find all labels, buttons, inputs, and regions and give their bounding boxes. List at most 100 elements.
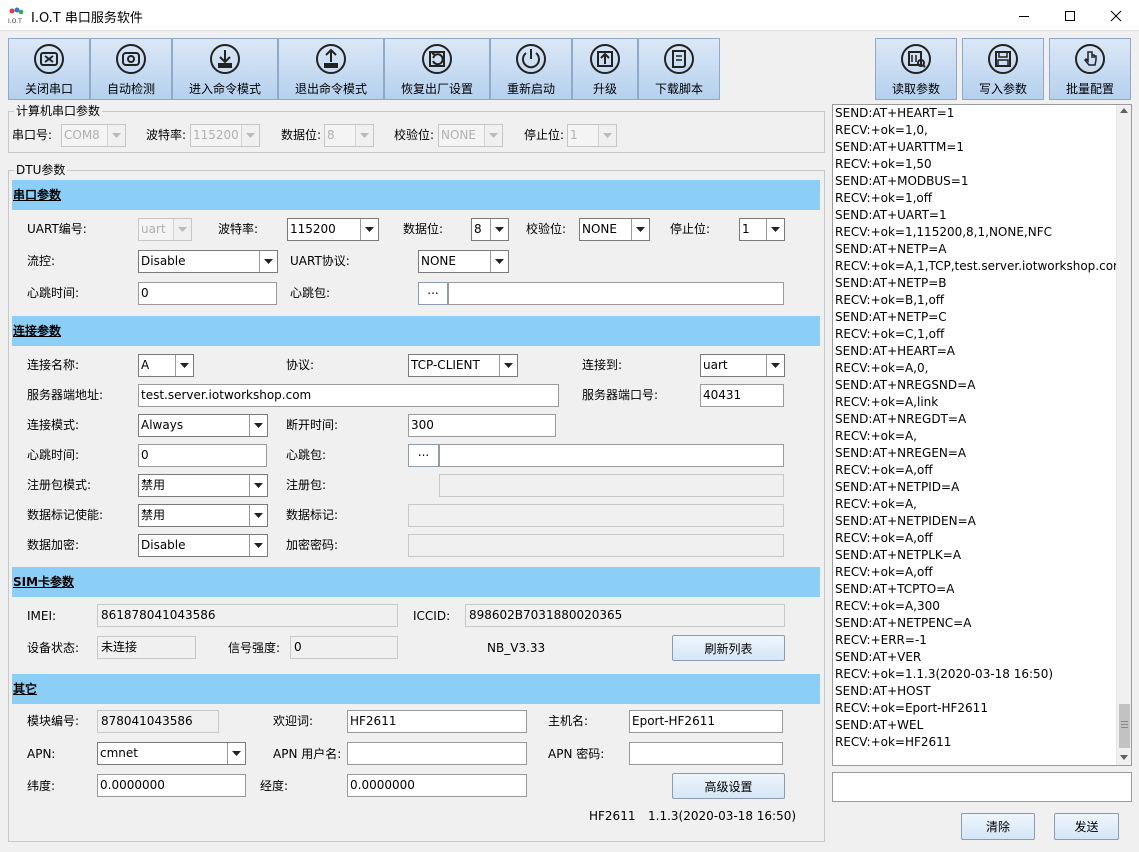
reg-pkt-input[interactable] <box>439 474 784 497</box>
factory-reset-icon <box>422 44 452 74</box>
enter-command-mode-button[interactable]: 进入命令模式 <box>172 38 278 100</box>
send-button[interactable]: 发送 <box>1054 813 1119 840</box>
sim-section-title: SIM卡参数 <box>13 575 75 589</box>
enc-password-label: 加密密码: <box>286 538 339 552</box>
log-line: SEND:AT+NREGSND=A <box>835 378 976 392</box>
svg-text:I.O.T: I.O.T <box>8 18 22 24</box>
serial-hb-pkt-input[interactable] <box>448 282 784 305</box>
read-params-button[interactable]: 读取参数 <box>875 38 957 100</box>
log-line: RECV:+ok=1,50 <box>835 157 932 171</box>
tag-input[interactable] <box>408 504 784 527</box>
clear-button[interactable]: 清除 <box>961 813 1035 840</box>
script-icon <box>664 44 694 74</box>
factory-reset-button[interactable]: 恢复出厂设置 <box>384 38 490 100</box>
longitude-input[interactable]: 0.0000000 <box>347 774 527 797</box>
server-addr-input[interactable]: test.server.iotworkshop.com <box>138 384 559 407</box>
conn-mode-value: Always <box>141 418 184 432</box>
log-line: SEND:AT+UART=1 <box>835 208 947 222</box>
pc-databits-select[interactable]: 8 <box>324 124 374 147</box>
uart-proto-select[interactable]: NONE <box>418 250 509 273</box>
power-icon <box>516 44 546 74</box>
uart-value: uart <box>141 222 166 236</box>
log-line: SEND:AT+NREGEN=A <box>835 446 967 460</box>
serial-hb-pkt-browse-button[interactable]: ... <box>418 282 448 305</box>
apn-select[interactable]: cmnet <box>97 742 246 765</box>
advanced-settings-button[interactable]: 高级设置 <box>672 773 785 799</box>
pc-stopbits-label: 停止位: <box>524 128 565 142</box>
encryption-select[interactable]: Disable <box>138 534 268 557</box>
upgrade-button[interactable]: 升级 <box>572 38 638 100</box>
dtu-databits-value: 8 <box>474 222 482 236</box>
log-line: SEND:AT+NETP=A <box>835 242 947 256</box>
minimize-icon <box>1019 15 1029 17</box>
welcome-input[interactable]: HF2611 <box>347 710 527 733</box>
dtu-databits-select[interactable]: 8 <box>471 218 509 241</box>
uart-label: UART编号: <box>27 222 87 236</box>
apn-password-input[interactable] <box>629 742 783 765</box>
write-params-button[interactable]: 写入参数 <box>962 38 1044 100</box>
pc-baud-select[interactable]: 115200 <box>190 124 260 147</box>
batch-config-button[interactable]: 批量配置 <box>1049 38 1131 100</box>
hostname-input[interactable]: Eport-HF2611 <box>629 710 783 733</box>
maximize-button[interactable] <box>1047 0 1093 31</box>
refresh-list-button[interactable]: 刷新列表 <box>672 635 785 661</box>
pc-parity-select[interactable]: NONE <box>438 124 503 147</box>
chevron-down-icon <box>227 743 245 764</box>
close-port-button[interactable]: 关闭串口 <box>8 38 90 100</box>
pc-stopbits-select[interactable]: 1 <box>567 124 617 147</box>
minimize-button[interactable] <box>1001 0 1047 31</box>
dtu-baud-select[interactable]: 115200 <box>287 218 379 241</box>
app-logo-icon: I.O.T <box>8 7 24 25</box>
conn-to-select[interactable]: uart <box>700 354 785 377</box>
pc-databits-label: 数据位: <box>281 128 322 142</box>
module-id-value: 878041043586 <box>97 710 219 733</box>
chevron-down-icon <box>490 219 508 240</box>
log-line: SEND:AT+NETP=B <box>835 276 947 290</box>
dtu-stopbits-value: 1 <box>742 222 750 236</box>
conn-proto-select[interactable]: TCP-CLIENT <box>408 354 518 377</box>
latitude-input[interactable]: 0.0000000 <box>97 774 246 797</box>
enc-password-input[interactable] <box>408 534 784 557</box>
log-scrollbar[interactable] <box>1116 105 1131 765</box>
conn-hb-pkt-input[interactable] <box>439 444 784 467</box>
disconnect-time-input[interactable]: 300 <box>408 414 556 437</box>
server-port-input[interactable]: 40431 <box>700 384 784 407</box>
conn-section-header: 连接参数 <box>12 316 820 346</box>
footer-version: 1.1.3(2020-03-18 16:50) <box>648 809 797 823</box>
conn-mode-select[interactable]: Always <box>138 414 268 437</box>
log-textarea[interactable]: SEND:AT+HEART=1 RECV:+ok=1,0, SEND:AT+UART… <box>832 104 1132 766</box>
scroll-down-icon[interactable] <box>1120 755 1128 760</box>
log-line: RECV:+ERR=-1 <box>835 633 927 647</box>
download-script-button[interactable]: 下载脚本 <box>638 38 720 100</box>
close-port-icon <box>34 44 64 74</box>
dtu-parity-select[interactable]: NONE <box>579 218 650 241</box>
pc-parity-label: 校验位: <box>394 128 435 142</box>
auto-detect-button[interactable]: 自动检测 <box>90 38 172 100</box>
scroll-up-icon[interactable] <box>1120 108 1128 113</box>
pc-port-select[interactable]: COM8 <box>61 124 126 147</box>
conn-name-select[interactable]: A <box>138 354 194 377</box>
apn-user-input[interactable] <box>347 742 527 765</box>
conn-hb-pkt-browse-button[interactable]: ... <box>408 444 439 467</box>
close-window-button[interactable] <box>1093 0 1139 31</box>
factory-reset-label: 恢复出厂设置 <box>400 82 473 96</box>
conn-hb-pkt-label: 心跳包: <box>286 448 327 462</box>
send-input[interactable] <box>832 772 1132 802</box>
serial-hb-time-input[interactable]: 0 <box>138 282 277 305</box>
conn-mode-label: 连接模式: <box>27 418 80 432</box>
conn-hb-time-input[interactable]: 0 <box>138 444 267 467</box>
tag-enable-select[interactable]: 禁用 <box>138 504 268 527</box>
dtu-stopbits-label: 停止位: <box>670 222 711 236</box>
title-bar: I.O.T I.O.T 串口服务软件 <box>0 0 1139 31</box>
log-scroll-thumb[interactable] <box>1119 704 1130 748</box>
flow-select[interactable]: Disable <box>138 250 278 273</box>
conn-proto-value: TCP-CLIENT <box>411 358 480 372</box>
restart-button[interactable]: 重新启动 <box>490 38 572 100</box>
dtu-stopbits-select[interactable]: 1 <box>739 218 785 241</box>
uart-select[interactable]: uart <box>138 218 192 241</box>
reg-mode-label: 注册包模式: <box>27 478 92 492</box>
reg-mode-select[interactable]: 禁用 <box>138 474 268 497</box>
exit-command-mode-button[interactable]: 退出命令模式 <box>278 38 384 100</box>
apn-password-label: APN 密码: <box>548 747 605 761</box>
apn-user-label: APN 用户名: <box>273 747 342 761</box>
